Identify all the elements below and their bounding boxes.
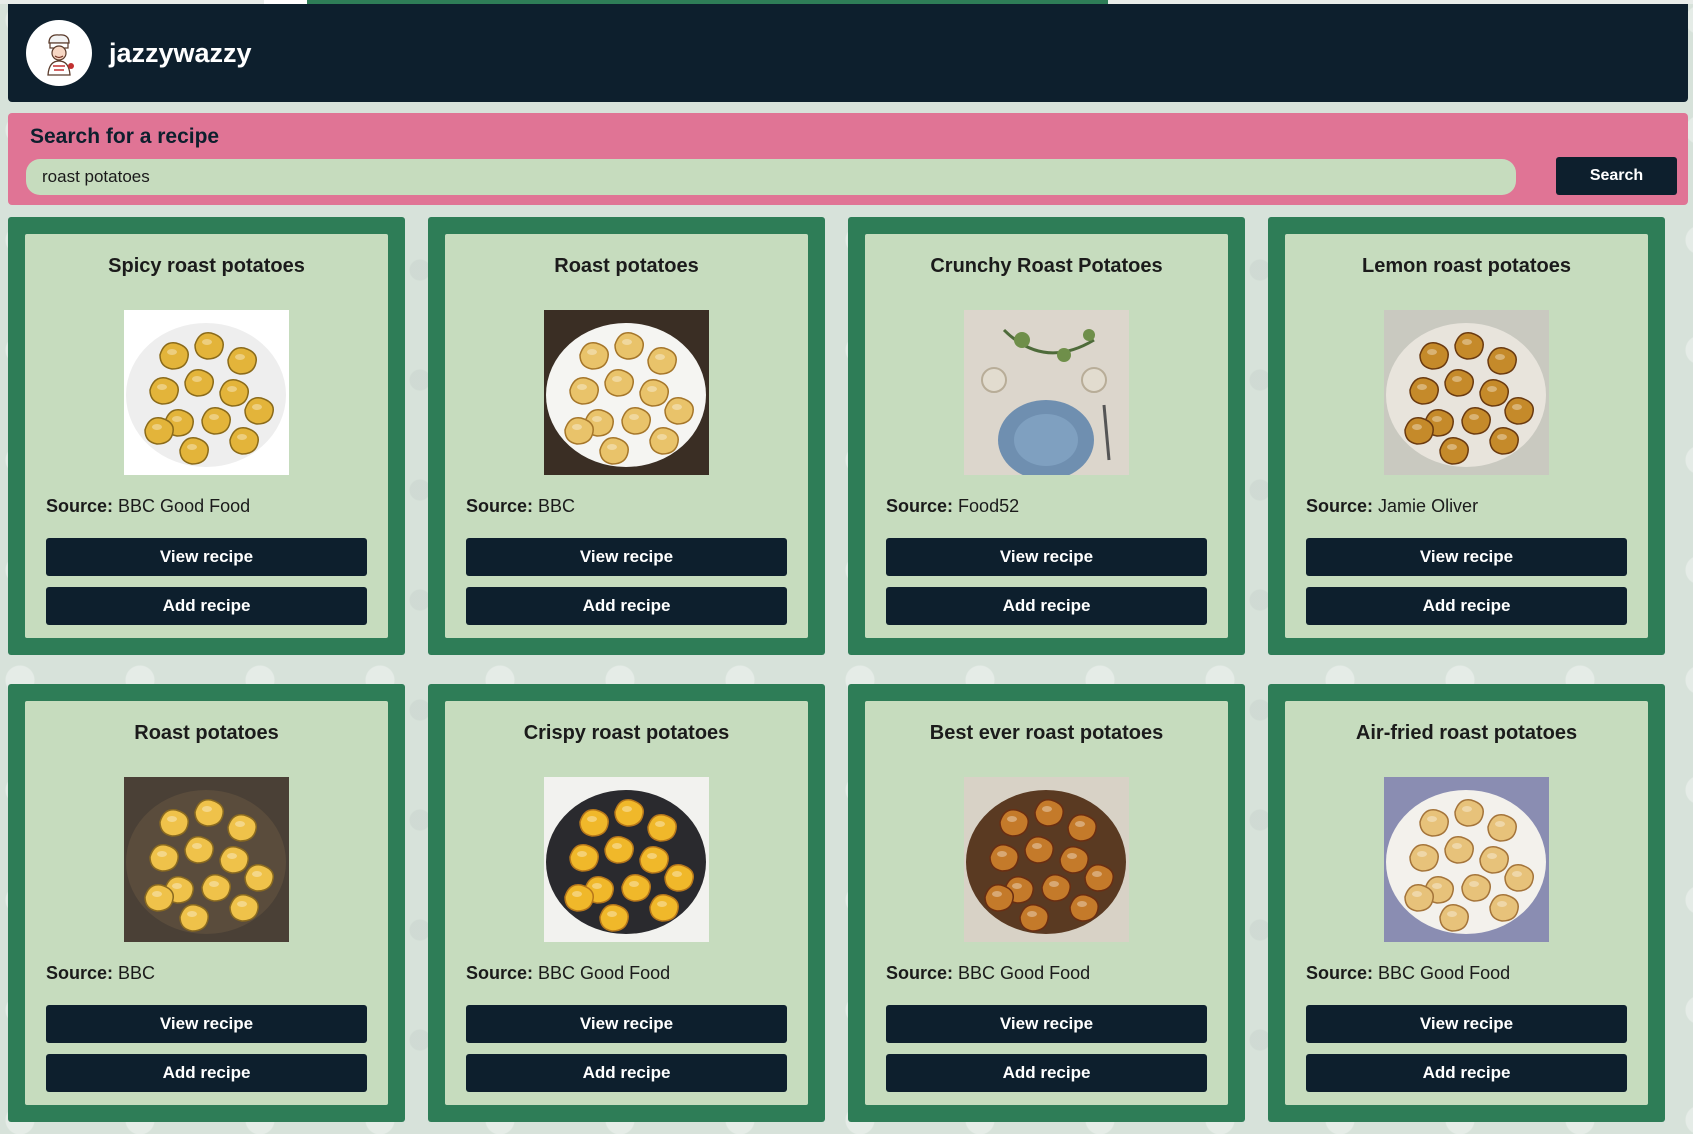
view-recipe-button[interactable]: View recipe	[886, 538, 1207, 576]
source-label: Source:	[466, 496, 534, 516]
recipe-card-body: Roast potatoes Source: BBC View recipe A…	[445, 234, 808, 638]
source-label: Source:	[1306, 963, 1374, 983]
lemon-roast-potatoes-photo	[1384, 310, 1549, 475]
search-panel: Search for a recipe Search	[8, 113, 1688, 205]
spicy-roast-potatoes-photo	[124, 310, 289, 475]
source-value: Food52	[958, 496, 1020, 516]
add-recipe-button[interactable]: Add recipe	[1306, 1054, 1627, 1092]
recipe-card-body: Crispy roast potatoes Source: BBC Good F…	[445, 701, 808, 1105]
chef-icon	[32, 26, 86, 80]
add-recipe-button[interactable]: Add recipe	[886, 587, 1207, 625]
recipe-card: Lemon roast potatoes Source: Jamie Olive…	[1268, 217, 1665, 655]
top-bar: jazzywazzy	[8, 4, 1688, 102]
view-recipe-button[interactable]: View recipe	[46, 538, 367, 576]
search-button[interactable]: Search	[1556, 157, 1677, 195]
add-recipe-button[interactable]: Add recipe	[46, 1054, 367, 1092]
view-recipe-button[interactable]: View recipe	[466, 1005, 787, 1043]
recipe-card-body: Crunchy Roast Potatoes Source: Food52 Vi…	[865, 234, 1228, 638]
recipe-card-body: Best ever roast potatoes Source: BBC Goo…	[865, 701, 1228, 1105]
recipe-card-body: Spicy roast potatoes Source: BBC Good Fo…	[25, 234, 388, 638]
recipe-title: Crunchy Roast Potatoes	[930, 255, 1163, 277]
add-recipe-button[interactable]: Add recipe	[886, 1054, 1207, 1092]
recipe-title: Air-fried roast potatoes	[1355, 722, 1578, 744]
source-label: Source:	[1306, 496, 1374, 516]
roast-potatoes-bowl-photo	[544, 310, 709, 475]
source-label: Source:	[46, 963, 114, 983]
add-recipe-button[interactable]: Add recipe	[46, 587, 367, 625]
source-label: Source:	[886, 963, 954, 983]
crispy-roast-potatoes-photo	[544, 777, 709, 942]
add-recipe-button[interactable]: Add recipe	[1306, 587, 1627, 625]
source-label: Source:	[46, 496, 114, 516]
recipe-source: Source: BBC	[46, 963, 155, 984]
add-recipe-button[interactable]: Add recipe	[466, 1054, 787, 1092]
table-setting-photo	[964, 310, 1129, 475]
recipe-source: Source: BBC Good Food	[1306, 963, 1510, 984]
source-value: BBC	[538, 496, 576, 516]
source-value: Jamie Oliver	[1378, 496, 1479, 516]
recipe-source: Source: Jamie Oliver	[1306, 496, 1478, 517]
recipe-title: Spicy roast potatoes	[108, 255, 305, 277]
recipe-source: Source: BBC Good Food	[466, 963, 670, 984]
recipe-title: Roast potatoes	[134, 722, 279, 744]
air-fried-roast-potatoes-photo	[1384, 777, 1549, 942]
recipe-source: Source: BBC Good Food	[886, 963, 1090, 984]
recipe-grid: Spicy roast potatoes Source: BBC Good Fo…	[8, 217, 1665, 1122]
recipe-source: Source: BBC	[466, 496, 575, 517]
source-value: BBC Good Food	[538, 963, 671, 983]
view-recipe-button[interactable]: View recipe	[886, 1005, 1207, 1043]
recipe-source: Source: Food52	[886, 496, 1019, 517]
source-value: BBC	[118, 963, 156, 983]
recipe-card: Roast potatoes Source: BBC View recipe A…	[428, 217, 825, 655]
recipe-title: Lemon roast potatoes	[1362, 255, 1571, 277]
avatar[interactable]	[26, 20, 92, 86]
source-value: BBC Good Food	[118, 496, 251, 516]
recipe-card: Roast potatoes Source: BBC View recipe A…	[8, 684, 405, 1122]
view-recipe-button[interactable]: View recipe	[46, 1005, 367, 1043]
search-heading: Search for a recipe	[30, 125, 220, 148]
recipe-card: Crunchy Roast Potatoes Source: Food52 Vi…	[848, 217, 1245, 655]
recipe-card: Air-fried roast potatoes Source: BBC Goo…	[1268, 684, 1665, 1122]
add-recipe-button[interactable]: Add recipe	[466, 587, 787, 625]
recipe-source: Source: BBC Good Food	[46, 496, 250, 517]
recipe-card: Spicy roast potatoes Source: BBC Good Fo…	[8, 217, 405, 655]
source-label: Source:	[466, 963, 534, 983]
recipe-card-body: Roast potatoes Source: BBC View recipe A…	[25, 701, 388, 1105]
view-recipe-button[interactable]: View recipe	[466, 538, 787, 576]
view-recipe-button[interactable]: View recipe	[1306, 1005, 1627, 1043]
source-label: Source:	[886, 496, 954, 516]
best-ever-roast-potatoes-photo	[964, 777, 1129, 942]
recipe-title: Roast potatoes	[554, 255, 699, 277]
view-recipe-button[interactable]: View recipe	[1306, 538, 1627, 576]
roast-potatoes-tray-photo	[124, 777, 289, 942]
recipe-card: Crispy roast potatoes Source: BBC Good F…	[428, 684, 825, 1122]
source-value: BBC Good Food	[1378, 963, 1511, 983]
brand-name[interactable]: jazzywazzy	[109, 38, 252, 69]
recipe-title: Best ever roast potatoes	[929, 722, 1164, 744]
recipe-card-body: Lemon roast potatoes Source: Jamie Olive…	[1285, 234, 1648, 638]
recipe-title: Crispy roast potatoes	[523, 722, 730, 744]
source-value: BBC Good Food	[958, 963, 1091, 983]
recipe-card-body: Air-fried roast potatoes Source: BBC Goo…	[1285, 701, 1648, 1105]
recipe-card: Best ever roast potatoes Source: BBC Goo…	[848, 684, 1245, 1122]
search-input[interactable]	[26, 159, 1516, 195]
